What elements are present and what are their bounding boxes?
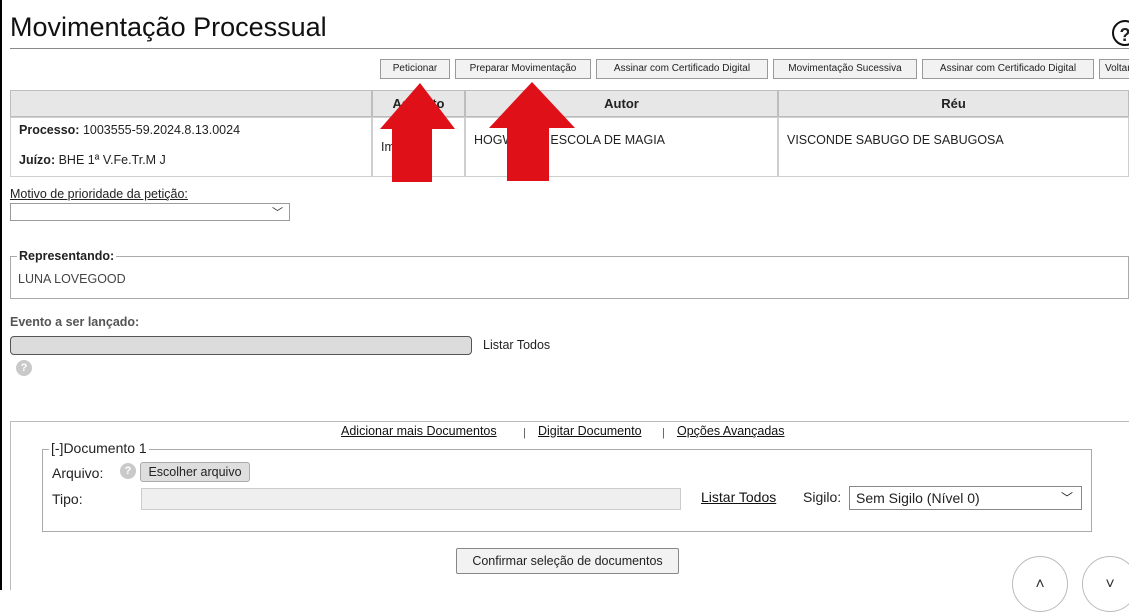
preparar-movimentacao-button[interactable]: Preparar Movimentação bbox=[455, 59, 591, 79]
motivo-label: Motivo de prioridade da petição: bbox=[10, 187, 188, 201]
documento-legend[interactable]: [-]Documento 1 bbox=[49, 440, 149, 456]
adicionar-documentos-link[interactable]: Adicionar mais Documentos bbox=[341, 424, 497, 438]
tipo-label: Tipo: bbox=[52, 491, 83, 507]
juizo-line: Juízo: BHE 1ª V.Fe.Tr.M J bbox=[19, 153, 166, 167]
evento-input[interactable] bbox=[10, 336, 472, 355]
representando-fieldset bbox=[10, 256, 1129, 299]
evento-listar-todos-link[interactable]: Listar Todos bbox=[483, 338, 550, 352]
scroll-down-button[interactable]: ˅ bbox=[1082, 556, 1129, 612]
motivo-select[interactable]: ﹀ bbox=[10, 203, 290, 221]
representando-legend: Representando: bbox=[17, 249, 117, 263]
juizo-value: BHE 1ª V.Fe.Tr.M J bbox=[58, 153, 166, 167]
table-header-blank bbox=[10, 90, 372, 117]
scroll-up-button[interactable]: ˄ bbox=[1012, 556, 1068, 612]
chevron-down-icon: ﹀ bbox=[1060, 491, 1073, 505]
peticionar-button[interactable]: Peticionar bbox=[380, 59, 450, 79]
help-icon[interactable]: ? bbox=[16, 360, 32, 376]
sigilo-select[interactable]: Sem Sigilo (Nível 0) ﹀ bbox=[849, 486, 1082, 510]
processo-label: Processo: bbox=[19, 123, 80, 137]
tipo-listar-todos-link[interactable]: Listar Todos bbox=[701, 489, 776, 505]
processo-line: Processo: 1003555-59.2024.8.13.0024 bbox=[19, 123, 240, 137]
confirmar-documentos-button[interactable]: Confirmar seleção de documentos bbox=[456, 548, 679, 574]
red-arrow-icon bbox=[489, 82, 575, 181]
assinar-certificado-button[interactable]: Assinar com Certificado Digital bbox=[596, 59, 768, 79]
help-icon[interactable]: ? bbox=[120, 463, 136, 479]
sigilo-value: Sem Sigilo (Nível 0) bbox=[856, 490, 980, 506]
processo-cell: Processo: 1003555-59.2024.8.13.0024 Juíz… bbox=[10, 117, 372, 177]
title-divider bbox=[10, 48, 1129, 49]
separator: | bbox=[523, 427, 526, 439]
assinar-certificado-button-2[interactable]: Assinar com Certificado Digital bbox=[922, 59, 1094, 79]
representando-value: LUNA LOVEGOOD bbox=[18, 272, 126, 286]
separator: | bbox=[662, 427, 665, 439]
chevron-up-icon: ˄ bbox=[1035, 576, 1045, 593]
red-arrow-icon bbox=[380, 83, 455, 182]
digitar-documento-link[interactable]: Digitar Documento bbox=[538, 424, 642, 438]
escolher-arquivo-button[interactable]: Escolher arquivo bbox=[140, 462, 250, 482]
opcoes-avancadas-link[interactable]: Opções Avançadas bbox=[677, 424, 784, 438]
evento-label: Evento a ser lançado: bbox=[10, 315, 140, 329]
chevron-down-icon: ˅ bbox=[1105, 576, 1115, 593]
chevron-down-icon: ﹀ bbox=[272, 207, 283, 219]
tipo-input[interactable] bbox=[141, 488, 681, 510]
voltar-button[interactable]: Voltar bbox=[1099, 59, 1129, 79]
sigilo-label: Sigilo: bbox=[803, 489, 842, 505]
reu-cell: VISCONDE SABUGO DE SABUGOSA bbox=[778, 117, 1129, 177]
juizo-label: Juízo: bbox=[19, 153, 56, 167]
page-title: Movimentação Processual bbox=[10, 12, 327, 42]
arquivo-label: Arquivo: bbox=[52, 465, 104, 481]
processo-number: 1003555-59.2024.8.13.0024 bbox=[82, 123, 241, 137]
table-header-reu: Réu bbox=[778, 90, 1129, 117]
movimentacao-sucessiva-button[interactable]: Movimentação Sucessiva bbox=[773, 59, 917, 79]
